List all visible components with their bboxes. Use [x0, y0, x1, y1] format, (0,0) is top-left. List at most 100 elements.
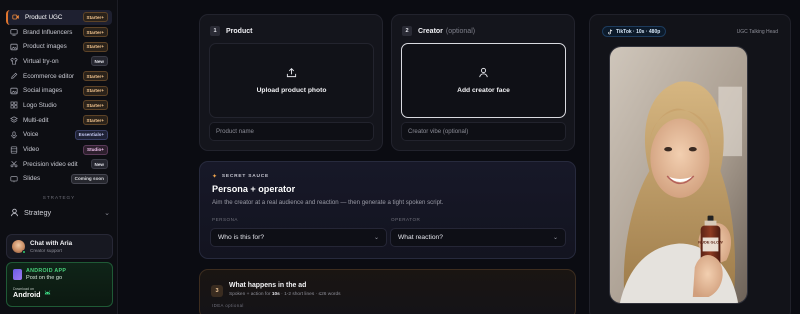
- film-icon: [10, 145, 18, 154]
- user-icon: [479, 67, 488, 78]
- sidebar-item-label: Slides: [23, 175, 41, 183]
- sauce-title: Persona + operator: [212, 184, 296, 194]
- sub-duration: 10s: [271, 292, 280, 297]
- product-card-title: 1 Product: [210, 26, 252, 36]
- operator-select[interactable]: What reaction? ⌄: [390, 228, 566, 247]
- upload-label: Upload product photo: [256, 87, 327, 94]
- chevron-down-icon: ⌄: [552, 235, 558, 241]
- sauce-description: Aim the creator at a real audience and r…: [212, 199, 444, 206]
- plan-badge: New: [90, 159, 108, 170]
- sparkle-icon: ✦: [212, 174, 218, 180]
- grid-icon: [10, 101, 18, 109]
- sidebar-item-multi-edit[interactable]: Multi-edit Starter+: [6, 113, 112, 128]
- android-kicker: ANDROID APP: [26, 268, 67, 274]
- creator-title: Creator: [418, 27, 443, 35]
- creator-vibe-placeholder: Creator vibe (optional): [408, 128, 469, 135]
- sidebar-item-label: Logo Studio: [23, 101, 57, 109]
- plan-badge: Essentials+: [74, 129, 108, 140]
- plan-badge: New: [90, 56, 108, 67]
- sidebar-item-label: Product images: [23, 43, 67, 51]
- plan-badge: Starter+: [82, 100, 108, 111]
- video-icon: [12, 13, 20, 21]
- step-number: 1: [210, 26, 220, 36]
- idea-label: IDEA optional: [212, 303, 244, 308]
- layers-icon: [10, 116, 18, 124]
- sidebar-item-label: Precision video edit: [23, 160, 78, 168]
- sidebar-item-label: Video: [23, 146, 39, 154]
- sidebar-item-label: Voice: [23, 131, 39, 139]
- sidebar: Product UGC Starter+ Brand Influencers Star…: [0, 0, 118, 314]
- sub-prefix: Spoken + action for: [229, 292, 272, 297]
- edit-icon: [10, 72, 18, 80]
- slides-icon: [10, 175, 18, 183]
- image-icon: [10, 87, 18, 95]
- step-number: 3: [211, 285, 223, 297]
- preview-panel: TikTok · 10s · 480p UGC Talking Head NUD…: [589, 14, 791, 314]
- add-creator-label: Add creator face: [457, 87, 510, 94]
- strategy-label: Strategy: [24, 208, 52, 217]
- sauce-kicker: ✦ SECRET SAUCE: [212, 173, 269, 180]
- android-store-badge[interactable]: Download on Android: [13, 287, 106, 299]
- product-name-placeholder: Product name: [216, 128, 254, 135]
- optional-label: (optional): [445, 27, 476, 35]
- sidebar-item-social-images[interactable]: Social images Starter+: [6, 83, 112, 98]
- creator-card: 2 Creator (optional) Add creator face Cr…: [391, 14, 575, 151]
- format-pill[interactable]: TikTok · 10s · 480p: [602, 26, 667, 37]
- operator-label: OPERATOR: [391, 217, 421, 222]
- sidebar-item-logo-studio[interactable]: Logo Studio Starter+: [6, 98, 112, 113]
- creator-vibe-input[interactable]: Creator vibe (optional): [401, 122, 566, 141]
- scissors-icon: [10, 160, 18, 168]
- android-app-card[interactable]: ANDROID APP Post on the go Download on A…: [6, 262, 113, 307]
- plan-badge: Starter+: [82, 27, 108, 38]
- chat-subtitle: Creator support: [30, 248, 62, 253]
- chevron-down-icon: ⌄: [373, 235, 379, 241]
- image-icon: [10, 43, 18, 51]
- sidebar-item-product-ugc[interactable]: Product UGC Starter+: [6, 10, 112, 25]
- bottle-label: NUDE GLOW: [698, 239, 723, 244]
- plan-badge: Starter+: [82, 12, 108, 23]
- sub-suffix: · 1-2 short lines · ≤26 words: [279, 292, 341, 297]
- operator-value: What reaction?: [398, 234, 443, 241]
- chat-with-aria-button[interactable]: Chat with Aria Creator support: [6, 234, 113, 259]
- mic-icon: [10, 131, 18, 139]
- sidebar-item-precision-video-edit[interactable]: Precision video edit New: [6, 157, 112, 172]
- sidebar-item-label: Product UGC: [25, 13, 63, 21]
- creator-preview-image: NUDE GLOW: [610, 47, 747, 303]
- sauce-kicker-text: SECRET SAUCE: [221, 174, 270, 179]
- sidebar-item-virtual-try-on[interactable]: Virtual try-on New: [6, 54, 112, 69]
- sidebar-item-product-images[interactable]: Product images Starter+: [6, 39, 112, 54]
- users-icon: [10, 208, 19, 217]
- avatar: [12, 240, 26, 254]
- product-card: 1 Product Upload product photo Product n…: [199, 14, 383, 151]
- creator-card-title: 2 Creator (optional): [402, 26, 475, 36]
- add-creator-face-dropzone[interactable]: Add creator face: [401, 43, 566, 118]
- what-happens-card: 3 What happens in the ad Spoken + action…: [199, 269, 576, 314]
- sidebar-item-voice[interactable]: Voice Essentials+: [6, 128, 112, 143]
- strategy-dropdown[interactable]: Strategy ⌄: [10, 208, 110, 217]
- upload-icon: [286, 68, 297, 78]
- tv-icon: [10, 28, 18, 36]
- app-root: Product UGC Starter+ Brand Influencers Star…: [0, 0, 800, 314]
- sidebar-item-ecommerce-editor[interactable]: Ecommerce editor Starter+: [6, 69, 112, 84]
- product-title: Product: [226, 27, 253, 35]
- phone-preview: NUDE GLOW: [609, 46, 748, 304]
- upload-product-photo-dropzone[interactable]: Upload product photo: [209, 43, 374, 118]
- sidebar-item-label: Multi-edit: [23, 116, 49, 124]
- sidebar-item-brand-influencers[interactable]: Brand Influencers Starter+: [6, 25, 112, 40]
- plan-badge: Starter+: [82, 115, 108, 126]
- sidebar-item-slides[interactable]: Slides Coming soon: [6, 172, 112, 187]
- chevron-down-icon: ⌄: [104, 209, 110, 217]
- persona-select[interactable]: Who is this for? ⌄: [210, 228, 387, 247]
- online-status-dot: [22, 250, 26, 254]
- android-text: Post on the go: [26, 275, 63, 281]
- plan-badge: Coming soon: [70, 173, 108, 184]
- sidebar-item-label: Ecommerce editor: [23, 72, 75, 80]
- shirt-icon: [10, 57, 18, 65]
- persona-label: PERSONA: [212, 217, 238, 222]
- sidebar-nav: Product UGC Starter+ Brand Influencers Star…: [6, 10, 112, 186]
- sidebar-item-video[interactable]: Video Studio+: [6, 142, 112, 157]
- preview-type: UGC Talking Head: [736, 29, 778, 35]
- product-name-input[interactable]: Product name: [209, 122, 374, 141]
- sidebar-item-label: Virtual try-on: [23, 57, 59, 65]
- what-happens-title: What happens in the ad: [229, 282, 307, 289]
